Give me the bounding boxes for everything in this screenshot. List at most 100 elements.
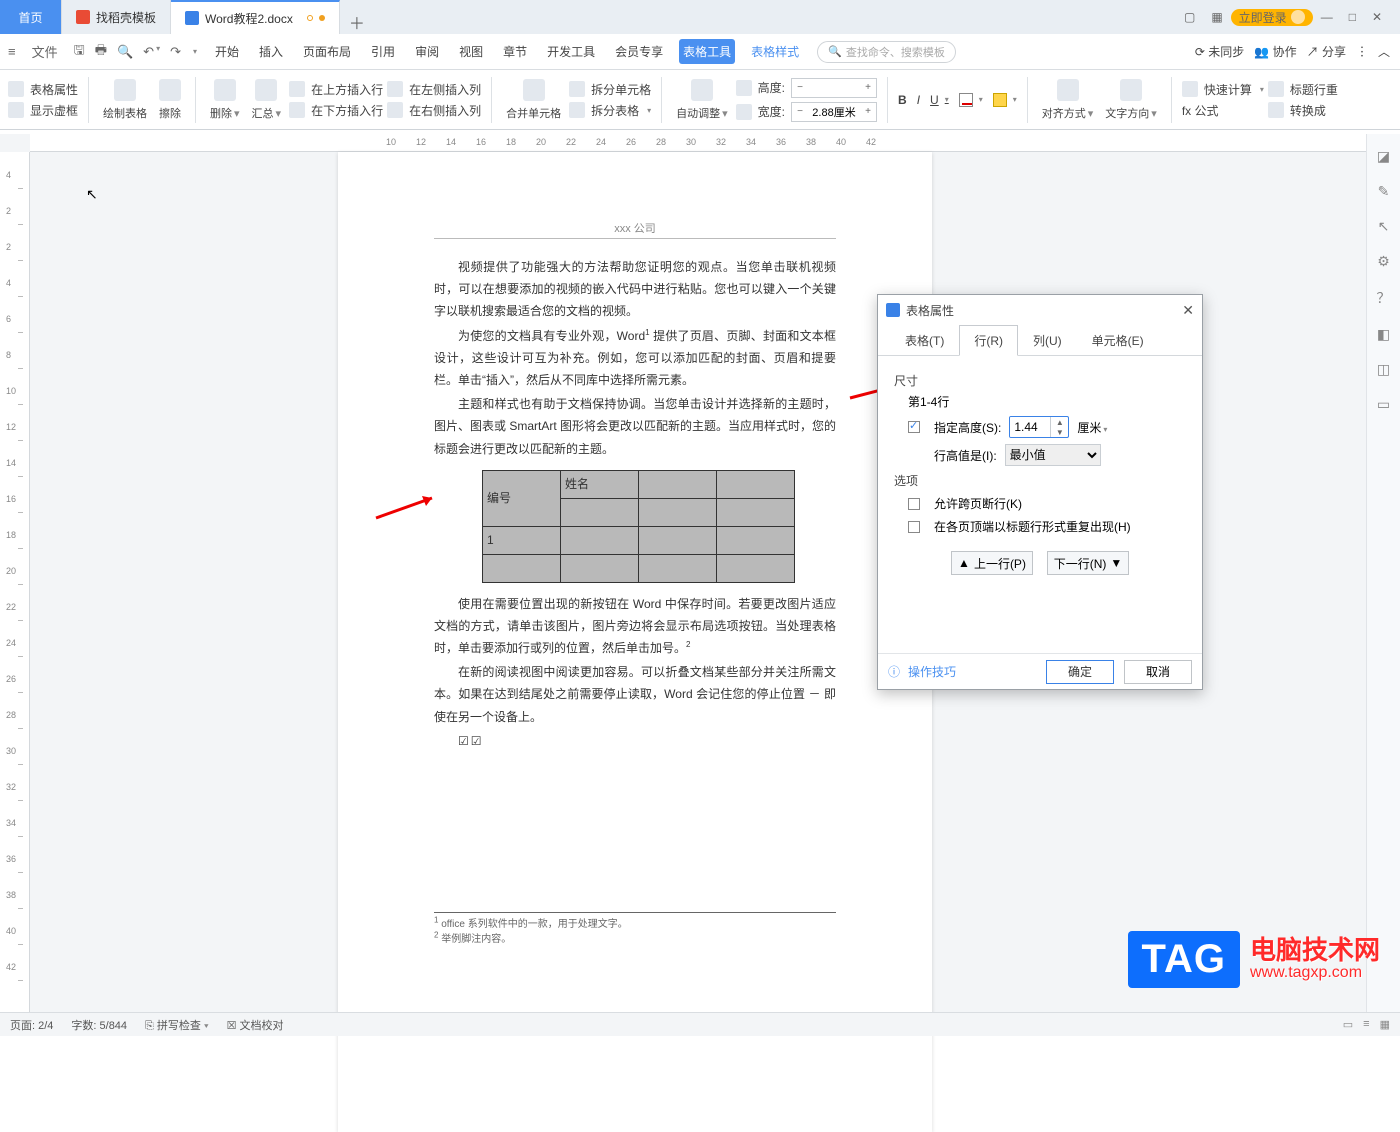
- draw-table-button[interactable]: 绘制表格: [99, 72, 151, 128]
- doc-proof[interactable]: ☒ 文档校对: [227, 1017, 284, 1033]
- formula-button[interactable]: fx 公式: [1182, 102, 1264, 119]
- document-table[interactable]: 编号姓名 1: [482, 470, 795, 583]
- tab-table[interactable]: 表格(T): [890, 325, 959, 355]
- view-mode-1[interactable]: ▭: [1343, 1018, 1353, 1031]
- restore-button[interactable]: □: [1341, 10, 1364, 24]
- menu-table-tool[interactable]: 表格工具: [679, 39, 735, 64]
- titlerow-button[interactable]: 标题行重: [1268, 81, 1338, 98]
- page-status[interactable]: 页面: 2/4: [10, 1017, 53, 1033]
- layout-icon-1[interactable]: ▢: [1176, 10, 1203, 24]
- menu-table-style[interactable]: 表格样式: [747, 39, 803, 64]
- font-color-button[interactable]: ▾: [959, 93, 983, 107]
- height-spinner[interactable]: −+: [791, 78, 877, 98]
- table-props-button[interactable]: 表格属性: [8, 81, 78, 98]
- tab-col[interactable]: 列(U): [1018, 325, 1077, 355]
- menu-section[interactable]: 章节: [499, 39, 531, 64]
- delete-button[interactable]: 删除▾: [206, 72, 244, 128]
- undo-icon[interactable]: ↶▾: [143, 44, 160, 60]
- rpane-icon-5[interactable]: ◧: [1377, 326, 1390, 343]
- insert-row-above[interactable]: 在上方插入行: [289, 81, 383, 98]
- prev-row-button[interactable]: ▲ 上一行(P): [951, 551, 1033, 575]
- next-row-button[interactable]: 下一行(N) ▼: [1047, 551, 1129, 575]
- tab-templates[interactable]: 找稻壳模板: [62, 0, 171, 34]
- para-5[interactable]: 在新的阅读视图中阅读更加容易。可以折叠文档某些部分并关注所需文本。如果在达到结尾…: [434, 661, 836, 728]
- tab-cell[interactable]: 单元格(E): [1077, 325, 1159, 355]
- tab-document[interactable]: Word教程2.docx: [171, 0, 340, 34]
- italic-button[interactable]: I: [917, 93, 920, 107]
- print-icon[interactable]: 🖶: [95, 41, 107, 63]
- coop-button[interactable]: 👥 协作: [1254, 43, 1296, 60]
- tab-home[interactable]: 首页: [0, 0, 62, 34]
- menu-reference[interactable]: 引用: [367, 39, 399, 64]
- para-4[interactable]: 使用在需要位置出现的新按钮在 Word 中保存时间。若要更改图片适应文档的方式，…: [434, 593, 836, 660]
- cell-th2[interactable]: 姓名: [561, 470, 639, 498]
- rpane-icon-7[interactable]: ▭: [1377, 396, 1390, 413]
- rpane-icon-0[interactable]: ◪: [1377, 148, 1390, 165]
- para-2[interactable]: 为使您的文档具有专业外观，Word1 提供了页眉、页脚、封面和文本框设计，这些设…: [434, 325, 836, 392]
- allow-break-checkbox[interactable]: [908, 498, 920, 510]
- view-mode-2[interactable]: ≡: [1363, 1018, 1369, 1031]
- menu-layout[interactable]: 页面布局: [299, 39, 355, 64]
- search-box[interactable]: 🔍 查找命令、搜索模板: [817, 41, 956, 63]
- menu-devtools[interactable]: 开发工具: [543, 39, 599, 64]
- preview-icon[interactable]: 🔍: [117, 44, 133, 60]
- erase-button[interactable]: 擦除: [155, 72, 185, 128]
- bold-button[interactable]: B: [898, 93, 907, 107]
- repeat-header-checkbox[interactable]: [908, 521, 920, 533]
- sync-status[interactable]: ⟳ 未同步: [1195, 43, 1244, 60]
- insert-col-left[interactable]: 在左侧插入列: [387, 81, 481, 98]
- menu-vip[interactable]: 会员专享: [611, 39, 667, 64]
- checkboxes[interactable]: [434, 730, 836, 752]
- spec-height-checkbox[interactable]: [908, 421, 920, 433]
- split-table-button[interactable]: 拆分表格▾: [569, 102, 651, 119]
- view-mode-3[interactable]: ▦: [1380, 1018, 1390, 1031]
- show-frame-button[interactable]: 显示虚框: [8, 102, 78, 119]
- ok-button[interactable]: 确定: [1046, 660, 1114, 684]
- menu-review[interactable]: 审阅: [411, 39, 443, 64]
- appmenu-icon[interactable]: ≡: [8, 44, 16, 59]
- width-spinner[interactable]: −+: [791, 102, 877, 122]
- dialog-titlebar[interactable]: 表格属性✕: [878, 295, 1202, 325]
- textdir-button[interactable]: 文字方向▾: [1101, 72, 1161, 128]
- underline-button[interactable]: U▾: [930, 93, 949, 107]
- align-button[interactable]: 对齐方式▾: [1038, 72, 1098, 128]
- split-cell-button[interactable]: 拆分单元格: [569, 81, 651, 98]
- rpane-icon-2[interactable]: ↖: [1378, 218, 1390, 235]
- total-button[interactable]: 汇总▾: [248, 72, 286, 128]
- menu-more[interactable]: ︙: [1356, 43, 1368, 60]
- para-3[interactable]: 主题和样式也有助于文档保持协调。当您单击设计并选择新的主题时，图片、图表或 Sm…: [434, 393, 836, 460]
- rpane-icon-3[interactable]: ⚙: [1377, 253, 1390, 270]
- new-tab-button[interactable]: ＋: [340, 10, 374, 34]
- spec-height-input[interactable]: ▲▼: [1009, 416, 1069, 438]
- menu-insert[interactable]: 插入: [255, 39, 287, 64]
- save-icon[interactable]: 🖫: [74, 41, 85, 63]
- rpane-icon-4[interactable]: ？: [1377, 288, 1391, 308]
- convert-button[interactable]: 转换成: [1268, 102, 1338, 119]
- merge-cell-button[interactable]: 合并单元格: [502, 72, 565, 128]
- rpane-icon-6[interactable]: ◫: [1377, 361, 1390, 378]
- ruler-horizontal[interactable]: 1012141618202224262830323436384042: [30, 134, 1366, 152]
- redo-icon[interactable]: ↷: [170, 44, 181, 60]
- menu-collapse[interactable]: ︿: [1378, 43, 1390, 60]
- unit-dropdown[interactable]: 厘米▾: [1077, 419, 1107, 436]
- word-count[interactable]: 字数: 5/844: [71, 1017, 127, 1033]
- cell-th1[interactable]: 编号: [483, 470, 561, 526]
- ruler-vertical[interactable]: 4224681012141618202224262830323436384042: [0, 152, 30, 1012]
- rpane-icon-1[interactable]: ✎: [1378, 183, 1390, 200]
- cell-r1[interactable]: 1: [483, 526, 561, 554]
- para-1[interactable]: 视频提供了功能强大的方法帮助您证明您的观点。当您单击联机视频时，可以在想要添加的…: [434, 256, 836, 323]
- menu-view[interactable]: 视图: [455, 39, 487, 64]
- layout-icon-2[interactable]: ▦: [1203, 10, 1230, 24]
- minimize-button[interactable]: ―: [1313, 10, 1341, 24]
- insert-col-right[interactable]: 在右侧插入列: [387, 102, 481, 119]
- row-height-select[interactable]: 最小值: [1005, 444, 1101, 466]
- close-window-button[interactable]: ✕: [1364, 10, 1390, 24]
- qt-more[interactable]: ▾: [193, 47, 197, 56]
- highlight-button[interactable]: ▾: [993, 93, 1017, 107]
- tab-row[interactable]: 行(R): [959, 325, 1018, 356]
- share-button[interactable]: ↗ 分享: [1307, 43, 1346, 60]
- tips-link[interactable]: 操作技巧: [908, 663, 956, 680]
- cancel-button[interactable]: 取消: [1124, 660, 1192, 684]
- dialog-close-button[interactable]: ✕: [1182, 302, 1194, 319]
- page[interactable]: xxx 公司 视频提供了功能强大的方法帮助您证明您的观点。当您单击联机视频时，可…: [338, 152, 932, 1132]
